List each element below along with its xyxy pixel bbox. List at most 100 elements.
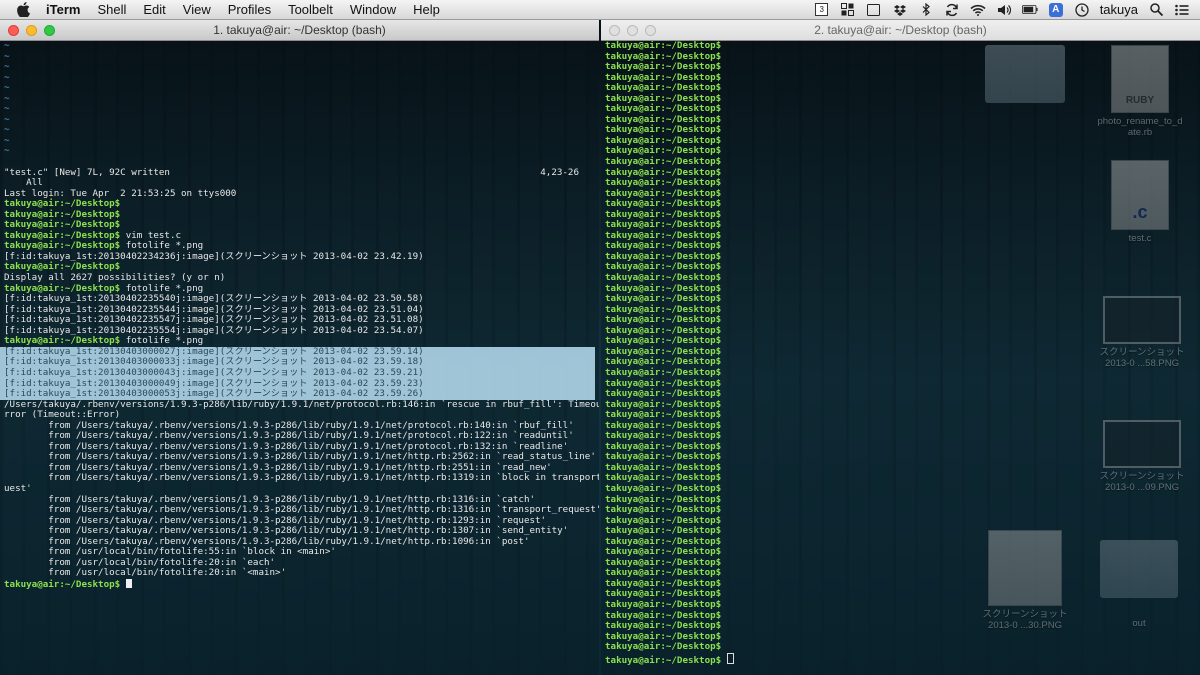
shell-prompt: takuya@air:~/Desktop$: [605, 335, 722, 347]
shell-prompt: takuya@air:~/Desktop$: [605, 282, 722, 294]
vim-tilde-line: ~: [4, 41, 595, 52]
shell-prompt: takuya@air:~/Desktop$: [4, 198, 121, 210]
input-method-icon[interactable]: A: [1048, 2, 1064, 17]
clock-icon[interactable]: [1074, 2, 1090, 17]
vim-tilde: ~: [4, 145, 10, 157]
wifi-icon[interactable]: [970, 3, 986, 17]
vim-tilde-line: ~: [4, 104, 595, 115]
shell-prompt: takuya@air:~/Desktop$: [605, 630, 722, 642]
terminal-line: uest': [4, 482, 32, 494]
vim-tilde: ~: [4, 50, 10, 62]
shell-prompt: takuya@air:~/Desktop$: [605, 250, 722, 262]
shell-prompt: takuya@air:~/Desktop$: [605, 493, 722, 505]
minimize-button[interactable]: [627, 24, 638, 36]
vim-tilde: ~: [4, 134, 10, 146]
prompt-line: takuya@air:~/Desktop$: [605, 641, 1196, 653]
window-titlebar[interactable]: 2. takuya@air: ~/Desktop (bash): [601, 20, 1200, 41]
menu-view[interactable]: View: [183, 2, 211, 17]
shell-prompt: takuya@air:~/Desktop$: [605, 577, 722, 589]
shell-prompt: takuya@air:~/Desktop$: [605, 240, 722, 252]
terminal-output[interactable]: ~ ~ ~ ~ ~ ~ ~ ~ ~ ~ ~ "test.c" [New] 7L, 92C writte…: [0, 41, 599, 675]
prompt-line: takuya@air:~/Desktop$: [4, 578, 595, 590]
shell-prompt: takuya@air:~/Desktop$: [605, 620, 722, 632]
spaces-icon[interactable]: 3: [814, 3, 830, 17]
terminal-window-2[interactable]: 2. takuya@air: ~/Desktop (bash) takuya@a…: [601, 20, 1200, 675]
vim-tilde-line: ~: [4, 82, 595, 94]
shell-prompt: takuya@air:~/Desktop$: [605, 409, 722, 421]
shell-prompt: takuya@air:~/Desktop$: [605, 451, 722, 463]
shell-prompt: takuya@air:~/Desktop$: [605, 103, 722, 115]
shell-prompt: takuya@air:~/Desktop$: [605, 156, 722, 168]
apple-menu-icon[interactable]: [14, 1, 32, 19]
menu-iterm[interactable]: iTerm: [46, 2, 80, 17]
vim-tilde-line: ~: [4, 93, 595, 105]
bluetooth-icon[interactable]: [918, 3, 934, 17]
shell-prompt: takuya@air:~/Desktop$: [605, 588, 722, 600]
terminal-window-1[interactable]: 1. takuya@air: ~/Desktop (bash) ~ ~ ~ ~ ~ ~ ~ ~…: [0, 20, 599, 675]
shell-prompt: takuya@air:~/Desktop$: [605, 303, 722, 315]
shell-prompt: takuya@air:~/Desktop$: [605, 82, 722, 94]
shell-prompt: takuya@air:~/Desktop$: [605, 187, 722, 199]
shell-prompt: takuya@air:~/Desktop$: [605, 208, 722, 220]
vim-tilde: ~: [4, 103, 10, 115]
shell-prompt: takuya@air:~/Desktop$: [605, 261, 722, 273]
shell-command: fotolife *.png: [120, 335, 204, 347]
zoom-button[interactable]: [44, 24, 55, 36]
shell-prompt: takuya@air:~/Desktop$: [605, 324, 722, 336]
shell-prompt: takuya@air:~/Desktop$: [605, 609, 722, 621]
window-icon[interactable]: [866, 3, 882, 17]
shell-prompt: takuya@air:~/Desktop$: [605, 598, 722, 610]
terminal-output[interactable]: takuya@air:~/Desktop$ takuya@air:~/Deskto…: [601, 41, 1200, 675]
grid-icon[interactable]: [840, 3, 856, 17]
dropbox-icon[interactable]: [892, 3, 908, 17]
terminal-cursor: [726, 652, 734, 664]
spotlight-search-icon[interactable]: [1148, 3, 1164, 17]
menu-edit[interactable]: Edit: [143, 2, 165, 17]
vim-tilde: ~: [4, 124, 10, 136]
shell-prompt: takuya@air:~/Desktop$: [4, 240, 121, 252]
shell-command: fotolife *.png: [120, 282, 204, 294]
shell-prompt: takuya@air:~/Desktop$: [605, 535, 722, 547]
vim-cursor-position: 4,23-26: [540, 166, 579, 178]
shell-command: fotolife *.png: [120, 240, 204, 252]
selected-terminal-line: [f:id:takuya_1st:20130403000053j:image](…: [0, 388, 595, 400]
terminal-line: from /Users/takuya/.rbenv/versions/1.9.3…: [4, 472, 599, 484]
vim-tilde: ~: [4, 82, 10, 94]
vim-tilde: ~: [4, 41, 10, 51]
spaces-number: 3: [815, 3, 829, 16]
shell-prompt: takuya@air:~/Desktop$: [605, 472, 722, 484]
user-name[interactable]: takuya: [1100, 2, 1138, 17]
menu-profiles[interactable]: Profiles: [228, 2, 271, 17]
battery-icon[interactable]: [1021, 3, 1038, 17]
zoom-button[interactable]: [645, 24, 656, 36]
menu-help[interactable]: Help: [413, 2, 440, 17]
menu-shell[interactable]: Shell: [97, 2, 126, 17]
shell-prompt: takuya@air:~/Desktop$: [4, 261, 121, 273]
vim-status-line: "test.c" [New] 7L, 92C written 4,23-26: [4, 166, 579, 179]
close-button[interactable]: [609, 24, 620, 36]
shell-prompt: takuya@air:~/Desktop$: [605, 345, 722, 357]
vim-tilde-line: ~: [4, 125, 595, 136]
shell-prompt: takuya@air:~/Desktop$: [605, 525, 722, 537]
close-button[interactable]: [8, 24, 19, 36]
window-title: 2. takuya@air: ~/Desktop (bash): [814, 23, 987, 37]
window-titlebar[interactable]: 1. takuya@air: ~/Desktop (bash): [0, 20, 599, 41]
shell-prompt: takuya@air:~/Desktop$: [605, 398, 722, 410]
terminal-line: from /usr/local/bin/fotolife:20:in `<mai…: [4, 567, 287, 579]
notification-center-icon[interactable]: [1174, 3, 1190, 17]
volume-icon[interactable]: [996, 3, 1012, 17]
terminal-cursor: [125, 578, 132, 588]
shell-prompt: takuya@air:~/Desktop$: [605, 134, 722, 146]
shell-prompt: takuya@air:~/Desktop$: [605, 198, 722, 210]
vim-tilde-line: ~: [4, 134, 595, 147]
vim-tilde-line: ~: [4, 50, 595, 63]
shell-prompt: takuya@air:~/Desktop$: [605, 440, 722, 452]
menu-window[interactable]: Window: [350, 2, 396, 17]
minimize-button[interactable]: [26, 24, 37, 36]
sync-icon[interactable]: [944, 3, 960, 17]
menu-toolbelt[interactable]: Toolbelt: [288, 2, 333, 17]
vim-tilde-line: ~: [4, 61, 595, 73]
vim-tilde: ~: [4, 61, 10, 73]
shell-prompt: takuya@air:~/Desktop$: [605, 514, 722, 526]
shell-prompt: takuya@air:~/Desktop$: [605, 430, 722, 442]
